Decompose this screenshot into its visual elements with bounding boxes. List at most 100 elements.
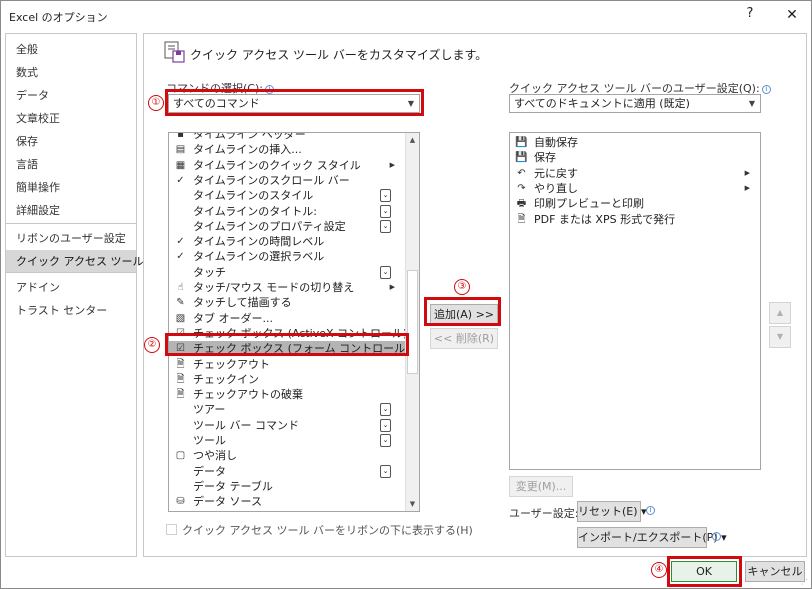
command-row[interactable]: ▦ タイムラインのクイック スタイル ▶: [169, 158, 405, 173]
command-icon: ▪: [177, 132, 184, 140]
command-row[interactable]: ツール ⌄: [169, 433, 405, 448]
command-row[interactable]: データ ⌄: [169, 464, 405, 479]
callout-number-4: ④: [651, 562, 667, 578]
command-row[interactable]: ▧ タブ オーダー...: [169, 311, 405, 326]
qat-command-label: PDF または XPS 形式で発行: [534, 212, 676, 226]
move-up-button[interactable]: ▲: [769, 302, 791, 324]
command-row[interactable]: 🗎 チェックイン: [169, 372, 405, 387]
dropdown-control-icon: ⌄: [380, 419, 391, 432]
command-label: データ ソース: [193, 495, 262, 508]
command-icon: [174, 434, 187, 447]
qat-command-label: 保存: [534, 151, 556, 165]
nav-item[interactable]: 数式: [6, 61, 136, 84]
command-row[interactable]: ✎ タッチして描画する: [169, 295, 405, 310]
remove-button[interactable]: << 削除(R): [430, 328, 498, 349]
show-below-ribbon-checkbox[interactable]: [166, 524, 177, 535]
qat-row[interactable]: 💾 保存: [510, 150, 760, 165]
nav-item[interactable]: リボンのユーザー設定: [6, 227, 136, 250]
command-row[interactable]: タイムラインのプロパティ設定 ⌄: [169, 219, 405, 234]
command-row[interactable]: ✓ タイムラインの時間レベル: [169, 234, 405, 249]
command-row[interactable]: ツアー ⌄: [169, 402, 405, 417]
dropdown-control-icon: ⌄: [380, 220, 391, 233]
command-row[interactable]: データ テーブル: [169, 479, 405, 494]
chevron-down-icon: ▼: [748, 99, 756, 108]
nav-item[interactable]: トラスト センター: [6, 299, 136, 322]
nav-item[interactable]: 文章校正: [6, 107, 136, 130]
command-row[interactable]: ⛁ データ ソース: [169, 494, 405, 509]
nav-item[interactable]: アドイン: [6, 276, 136, 299]
command-label: ツアー: [193, 403, 226, 416]
command-label: ツール: [193, 434, 226, 447]
help-button[interactable]: ?: [741, 6, 759, 26]
callout-box-3: [424, 297, 501, 326]
qat-row[interactable]: 💾 自動保存: [510, 135, 760, 150]
qat-command-icon: 🖶: [516, 198, 527, 210]
submenu-arrow-icon: ▶: [744, 168, 750, 177]
command-icon: [174, 220, 187, 233]
commands-list[interactable]: ⛁ データ ソースの変更 ⛁ データ ソースデータ テーブルデータ ⌄ ▢ つや消し ツール ⌄…: [168, 132, 420, 512]
qat-list[interactable]: 💾 自動保存 💾 保存 ↶ 元に戻す ▶ ↷ やり直し ▶ 🖶 印刷プレビューと印刷 🗎 PDF または …: [509, 132, 761, 470]
modify-button[interactable]: 変更(M)...: [509, 476, 573, 497]
qat-command-icon: 🗎: [517, 213, 526, 225]
command-label: チェックイン: [193, 373, 259, 386]
command-label: タイムラインのスタイル: [193, 189, 314, 202]
info-icon: i: [646, 506, 655, 515]
command-row[interactable]: ✓ タイムラインのスクロール バー: [169, 173, 405, 188]
nav-item[interactable]: 言語: [6, 153, 136, 176]
panel-heading: クイック アクセス ツール バーをカスタマイズします。: [190, 48, 488, 62]
qat-command-icon: 💾: [515, 152, 528, 164]
command-row[interactable]: ▢ つや消し: [169, 448, 405, 463]
command-icon: [174, 480, 187, 493]
command-row[interactable]: ▪ タイムライン ヘッダー: [169, 132, 405, 142]
qat-row[interactable]: 🗎 PDF または XPS 形式で発行: [510, 212, 760, 227]
commands-scrollbar[interactable]: ▲ ▼: [405, 133, 419, 511]
command-row[interactable]: タイムラインのスタイル ⌄: [169, 188, 405, 203]
command-row[interactable]: ☝ タッチ/マウス モードの切り替え ▶: [169, 280, 405, 295]
command-label: タッチ/マウス モードの切り替え: [193, 281, 355, 294]
import-export-button[interactable]: インポート/エクスポート(P) ▾: [577, 527, 727, 548]
command-label: タッチして描画する: [193, 296, 292, 309]
qat-command-icon: 💾: [515, 137, 528, 148]
nav-item[interactable]: データ: [6, 84, 136, 107]
command-row[interactable]: ✓ タイムラインの選択ラベル: [169, 249, 405, 264]
command-row[interactable]: 🗎 チェックアウトの破棄: [169, 387, 405, 402]
info-icon: i: [712, 532, 721, 541]
command-row[interactable]: タイムラインのタイトル: ⌄: [169, 204, 405, 219]
move-down-button[interactable]: ▼: [769, 326, 791, 348]
command-row[interactable]: 🗎 チェックアウト: [169, 357, 405, 372]
nav-item[interactable]: クイック アクセス ツール バー: [6, 250, 169, 273]
command-label: つや消し: [193, 449, 237, 462]
command-icon: [174, 205, 187, 218]
nav-separator: [6, 272, 136, 273]
command-row[interactable]: ⛁ データ ソースの変更: [169, 510, 405, 511]
command-label: ツール バー コマンド: [193, 419, 299, 432]
command-icon: ⛁: [176, 496, 185, 507]
info-icon: i: [761, 85, 771, 94]
close-button[interactable]: ✕: [781, 4, 803, 26]
qat-customize-icon: [164, 41, 185, 63]
cancel-button[interactable]: キャンセル: [745, 561, 805, 582]
excel-options-dialog: Excel のオプション ? ✕ 全般 数式 データ 文章校正 保存 言語 簡単操作 詳細設定…: [0, 0, 812, 589]
nav-item[interactable]: 詳細設定: [6, 199, 136, 222]
reset-button[interactable]: リセット(E) ▾: [577, 501, 647, 522]
scroll-up-icon[interactable]: ▲: [406, 133, 419, 147]
nav-separator: [6, 223, 136, 224]
customize-qat-value: すべてのドキュメントに適用 (既定): [514, 97, 690, 110]
nav-item[interactable]: 全般: [6, 38, 136, 61]
show-below-ribbon-label: クイック アクセス ツール バーをリボンの下に表示する(H): [182, 524, 473, 537]
command-row[interactable]: ツール バー コマンド ⌄: [169, 418, 405, 433]
nav-item[interactable]: 保存: [6, 130, 136, 153]
scroll-thumb[interactable]: [407, 270, 418, 374]
command-icon: ✓: [176, 251, 185, 262]
resize-grip-icon[interactable]: ⋰: [801, 578, 809, 586]
command-row[interactable]: ▤ タイムラインの挿入...: [169, 142, 405, 157]
qat-row[interactable]: ↶ 元に戻す ▶: [510, 166, 760, 181]
command-row[interactable]: タッチ ⌄: [169, 265, 405, 280]
qat-row[interactable]: ↷ やり直し ▶: [510, 181, 760, 196]
qat-row[interactable]: 🖶 印刷プレビューと印刷: [510, 196, 760, 211]
command-label: タイムライン ヘッダー: [193, 132, 306, 141]
customize-qat-dropdown[interactable]: すべてのドキュメントに適用 (既定) ▼: [509, 94, 761, 113]
nav-item[interactable]: 簡単操作: [6, 176, 136, 199]
dropdown-control-icon: ⌄: [380, 205, 391, 218]
scroll-down-icon[interactable]: ▼: [406, 497, 419, 511]
